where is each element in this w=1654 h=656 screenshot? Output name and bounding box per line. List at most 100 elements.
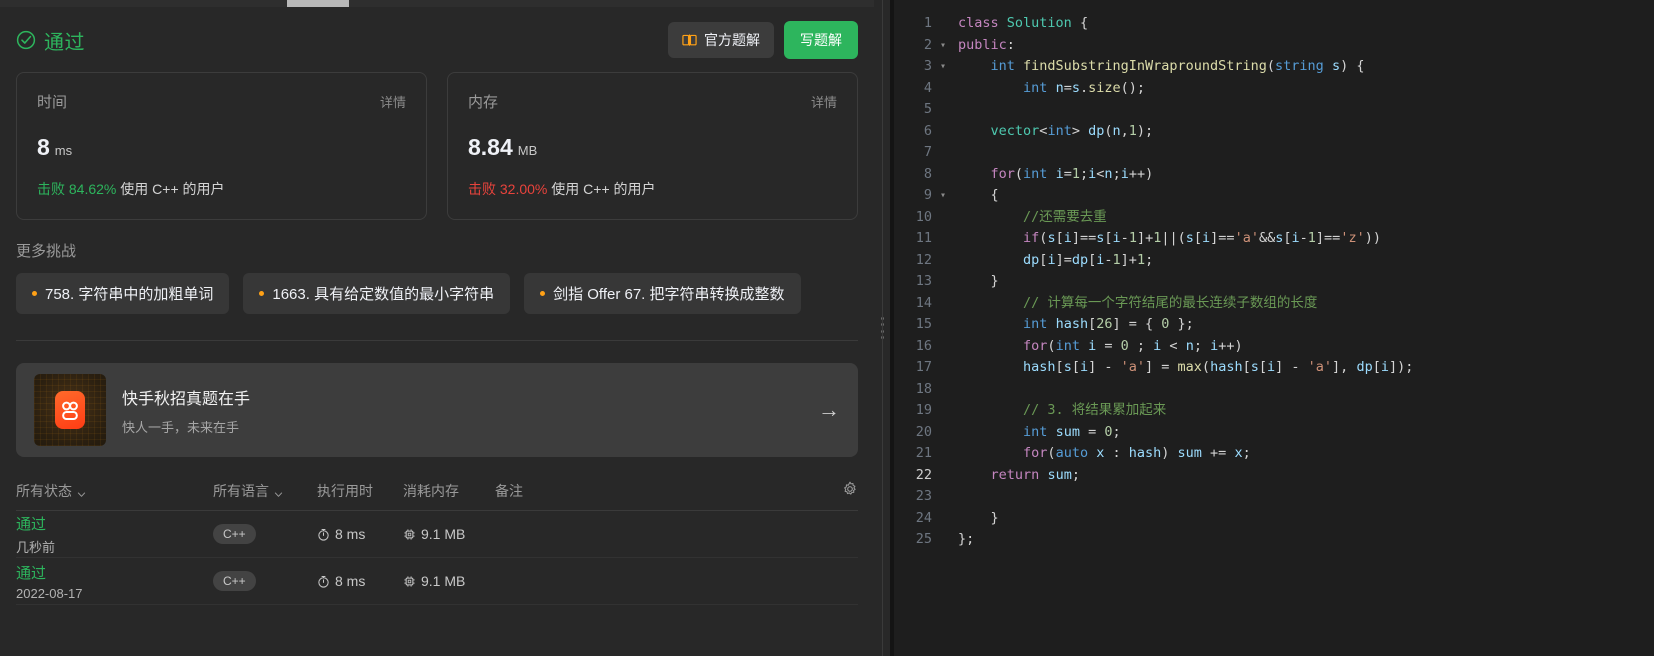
line-number: 6 (923, 122, 932, 139)
status-header: 通过 官方题解 写题解 (16, 0, 858, 62)
code-line[interactable]: 2 ▾ public: (890, 35, 1654, 57)
code-line[interactable]: 17 hash[s[i] - 'a'] = max(hash[s[i] - 'a… (890, 357, 1654, 379)
row-memory: 9.1 MB (421, 526, 466, 542)
line-number: 1 (923, 15, 932, 31)
code-line[interactable]: 5 (890, 99, 1654, 121)
promo-banner[interactable]: 快手秋招真题在手 快人一手，未来在手 → (16, 363, 858, 457)
more-challenges-title: 更多挑战 (16, 243, 77, 260)
arrow-right-icon[interactable]: → (818, 399, 840, 421)
row-status[interactable]: 通过 (16, 562, 213, 583)
code-line-text: { (958, 187, 999, 203)
runtime-detail-link[interactable]: 详情 (380, 92, 406, 111)
line-number: 23 (915, 488, 932, 504)
code-line[interactable]: 10 //还需要去重 (890, 207, 1654, 229)
code-line[interactable]: 9 ▾ { (890, 185, 1654, 207)
code-line[interactable]: 3 ▾ int findSubstringInWraproundString(st… (890, 56, 1654, 78)
code-line[interactable]: 24 } (890, 508, 1654, 530)
official-solution-button[interactable]: 官方题解 (668, 22, 774, 58)
line-number: 18 (915, 380, 932, 397)
memory-detail-link[interactable]: 详情 (811, 92, 837, 111)
code-line[interactable]: 20 int sum = 0; (890, 422, 1654, 444)
challenge-chip[interactable]: 758. 字符串中的加粗单词 (16, 273, 230, 314)
challenge-chip[interactable]: 1663. 具有给定数值的最小字符串 (243, 273, 511, 314)
write-solution-button[interactable]: 写题解 (784, 21, 858, 59)
promo-subtitle: 快人一手，未来在手 (122, 419, 240, 435)
panel-resizer[interactable] (874, 0, 890, 656)
table-row[interactable]: 通过 2022-08-17 C++ 8 ms 9.1 MB (16, 558, 858, 605)
runtime-card-title: 时间 (37, 94, 68, 111)
code-line[interactable]: 23 (890, 486, 1654, 508)
code-line[interactable]: 13 } (890, 271, 1654, 293)
code-line[interactable]: 11 if(s[i]==s[i-1]+1||(s[i]=='a'&&s[i-1]… (890, 228, 1654, 250)
submissions-table-header: 所有状态 所有语言 执行用时 消耗内存 备注 (16, 471, 858, 511)
runtime-beat-suffix: 使用 C++ 的用户 (120, 181, 225, 197)
code-line[interactable]: 22 return sum; (890, 465, 1654, 487)
code-line[interactable]: 18 (890, 379, 1654, 401)
code-editor-panel[interactable]: 1 class Solution {2 ▾ public: 3 ▾ int findSub… (890, 0, 1654, 656)
code-line[interactable]: 14 // 计算每一个字符结尾的最长连续子数组的长度 (890, 293, 1654, 315)
code-line[interactable]: 19 // 3. 将结果累加起来 (890, 400, 1654, 422)
language-badge: C++ (213, 571, 256, 591)
code-line[interactable]: 7 (890, 142, 1654, 164)
code-line[interactable]: 15 int hash[26] = { 0 }; (890, 314, 1654, 336)
line-number: 14 (915, 294, 932, 311)
code-line[interactable]: 21 for(auto x : hash) sum += x; (890, 443, 1654, 465)
line-number: 8 (923, 165, 932, 182)
fold-chevron-icon[interactable]: ▾ (936, 185, 950, 207)
memory-card: 内存 详情 8.84 MB 击败 32.00% 使用 C++ 的用户 (447, 72, 858, 220)
code-line[interactable]: 16 for(int i = 0 ; i < n; i++) (890, 336, 1654, 358)
column-language-filter[interactable]: 所有语言 (213, 481, 317, 501)
line-number: 3 (923, 58, 932, 74)
code-line[interactable]: 1 class Solution { (890, 13, 1654, 35)
scrollbar-track (0, 0, 874, 7)
code-line-text: // 计算每一个字符结尾的最长连续子数组的长度 (1023, 294, 1318, 311)
code-line-text: if(s[i]==s[i-1]+1||(s[i]=='a'&&s[i-1]=='… (1023, 230, 1381, 246)
code-line[interactable]: 8 for(int i=1;i<n;i++) (890, 164, 1654, 186)
code-line[interactable]: 6 vector<int> dp(n,1); (890, 121, 1654, 143)
fold-chevron-icon[interactable]: ▾ (936, 35, 950, 57)
metric-cards: 时间 详情 8 ms 击败 84.62% 使用 C++ 的用户 内存 详情 8.… (16, 72, 858, 220)
code-line[interactable]: 4 int n=s.size(); (890, 78, 1654, 100)
table-row[interactable]: 通过 几秒前 C++ 8 ms 9.1 MB (16, 511, 858, 558)
challenge-chip[interactable]: 剑指 Offer 67. 把字符串转换成整数 (524, 273, 801, 314)
runtime-beat-line: 击败 84.62% 使用 C++ 的用户 (37, 179, 406, 199)
line-number: 4 (923, 79, 932, 96)
status-group: 通过 (16, 26, 85, 55)
line-number: 22 (915, 466, 932, 483)
row-status[interactable]: 通过 (16, 513, 213, 534)
horizontal-scrollbar[interactable] (0, 0, 874, 7)
submissions-table: 所有状态 所有语言 执行用时 消耗内存 备注 通过 几秒前 C++ 8 ms 9… (16, 471, 858, 605)
column-status-filter[interactable]: 所有状态 (16, 481, 213, 501)
code-line[interactable]: 12 dp[i]=dp[i-1]+1; (890, 250, 1654, 272)
memory-card-header: 内存 详情 (468, 91, 837, 112)
runtime-value-group: 8 ms (37, 134, 406, 161)
book-icon (682, 33, 697, 48)
code-line-text: //还需要去重 (1023, 208, 1107, 225)
chip-icon (403, 528, 416, 541)
column-note-label: 备注 (495, 482, 523, 499)
scrollbar-thumb[interactable] (287, 0, 349, 7)
code-lines-container: 1 class Solution {2 ▾ public: 3 ▾ int findSub… (890, 0, 1654, 551)
code-line-text: int n=s.size(); (1023, 79, 1146, 96)
code-line[interactable]: 25}; (890, 529, 1654, 551)
challenge-label: 1663. 具有给定数值的最小字符串 (272, 286, 495, 303)
code-line-text: dp[i]=dp[i-1]+1; (1023, 251, 1154, 268)
more-challenges-list: 758. 字符串中的加粗单词 1663. 具有给定数值的最小字符串 剑指 Off… (16, 273, 858, 314)
runtime-beat-prefix: 击败 (37, 181, 65, 197)
line-number: 24 (915, 509, 932, 526)
official-solution-label: 官方题解 (704, 32, 760, 48)
code-line-text: return sum; (990, 466, 1080, 483)
runtime-unit: ms (54, 143, 73, 158)
code-line-text: hash[s[i] - 'a'] = max(hash[s[i] - 'a'],… (1023, 359, 1414, 375)
row-language-cell: C++ (213, 571, 317, 591)
column-runtime-label: 执行用时 (317, 482, 373, 499)
code-line-text: int findSubstringInWraproundString(strin… (990, 58, 1365, 74)
fold-chevron-icon[interactable]: ▾ (936, 56, 950, 78)
kuaishou-logo-icon (55, 391, 85, 429)
row-timestamp: 几秒前 (16, 539, 56, 555)
table-settings-button[interactable] (842, 481, 858, 500)
line-number: 25 (915, 531, 932, 547)
runtime-value: 8 (37, 134, 50, 160)
line-number: 20 (915, 423, 932, 440)
line-number: 5 (923, 101, 932, 117)
